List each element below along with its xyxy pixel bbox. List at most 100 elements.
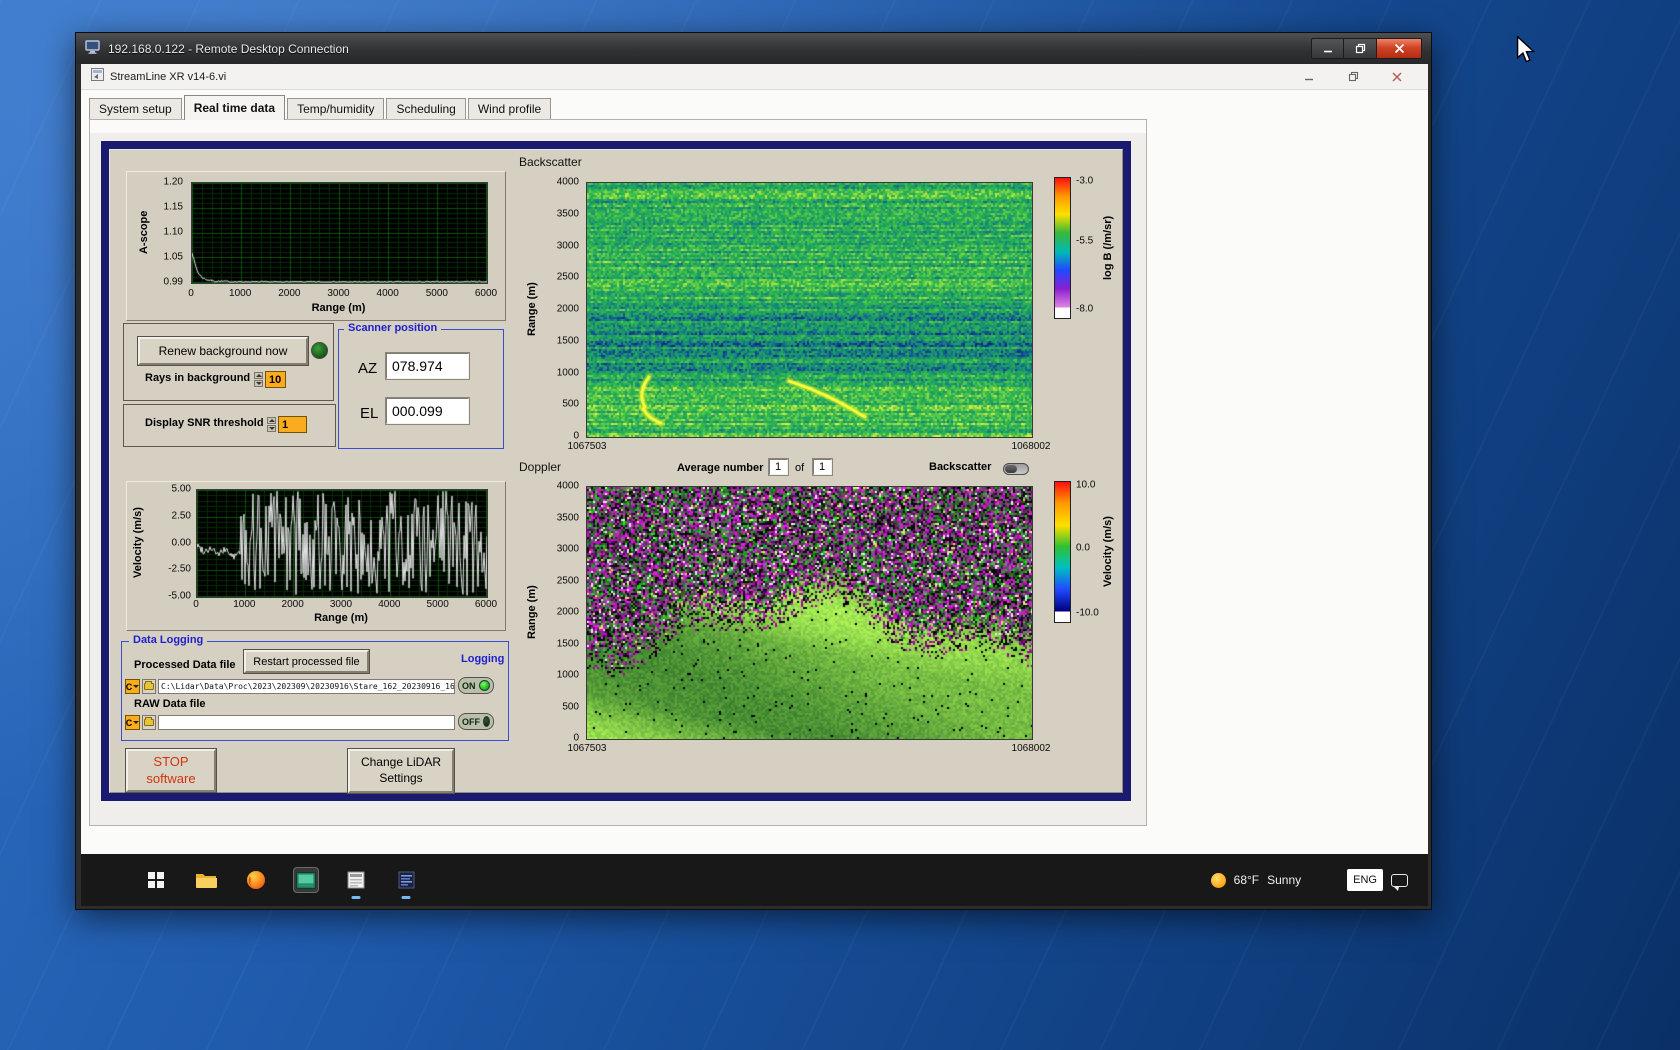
app-titlebar[interactable]: StreamLine XR v14-6.vi [81,64,1428,90]
rdp-titlebar[interactable]: 192.168.0.122 - Remote Desktop Connectio… [76,33,1431,64]
start-icon[interactable] [143,867,169,893]
renew-background-led [311,342,328,359]
average-number-label: Average number [677,462,763,474]
tick-label: 4000 [377,288,399,299]
rdp-close-button[interactable] [1377,38,1422,59]
tick-label: 3000 [327,288,349,299]
tick-label: -5.5 [1076,235,1093,246]
stop-software-button[interactable]: STOPsoftware [126,749,216,792]
weather-temp[interactable]: 68°F [1234,873,1259,887]
doppler-y-axis-label: Range (m) [525,486,539,738]
tick-label: 2500 [557,272,579,283]
weather-text[interactable]: Sunny [1267,873,1301,887]
tick-label: 1500 [557,638,579,649]
restart-processed-file-button[interactable]: Restart processed file [244,650,369,673]
chat-icon[interactable] [1391,874,1408,887]
tick-label: 3000 [557,544,579,555]
backscatter-yticks: 40003500300025002000150010005000 [545,182,581,436]
folder-icon [144,719,154,726]
scanner-position-title: Scanner position [344,322,441,334]
ascope-yticks: 1.201.151.101.050.99 [149,182,185,282]
doppler-yticks: 40003500300025002000150010005000 [545,486,581,738]
rays-in-background-label: Rays in background [145,372,250,384]
raw-path-field[interactable] [158,715,455,730]
backscatter-toggle-switch[interactable] [1003,463,1029,475]
change-lidar-settings-button[interactable]: Change LiDARSettings [348,749,454,793]
tick-label: 2.50 [172,510,191,521]
tick-label: 1.05 [164,252,183,263]
processed-browse-button[interactable] [142,679,156,694]
tick-label: 2000 [278,288,300,299]
mouse-cursor [1516,36,1536,69]
logging-off-toggle[interactable]: OFF [458,713,494,730]
language-indicator[interactable]: ENG [1347,869,1383,891]
tick-label: 1000 [557,367,579,378]
renew-background-button[interactable]: Renew background now [138,337,308,365]
app-restore-button[interactable] [1346,70,1360,84]
firefox-icon[interactable] [243,867,269,893]
logging-label: Logging [457,653,508,665]
tick-label: 6000 [475,599,497,610]
tick-label: 10.0 [1076,480,1095,491]
scan-schedule-icon[interactable] [343,867,369,893]
remote-taskbar: 68°F Sunny ENG [81,854,1428,906]
logging-on-toggle[interactable]: ON [458,677,494,694]
remote-desktop: StreamLine XR v14-6.vi System setup Real… [81,64,1428,906]
tick-label: 0.0 [1076,542,1090,553]
backscatter-canvas [586,182,1033,438]
app-close-button[interactable] [1390,70,1404,84]
tick-label: -5.00 [168,591,191,602]
processed-drive-chip[interactable]: C [125,679,140,694]
raw-drive-chip[interactable]: C [125,715,140,730]
tick-label: -3.0 [1076,176,1093,187]
tab-scheduling[interactable]: Scheduling [386,98,465,119]
snr-value[interactable]: 1 [278,416,307,433]
tick-label: 0 [573,733,579,744]
tab-wind-profile[interactable]: Wind profile [468,98,551,119]
tick-label: -2.50 [168,564,191,575]
snr-threshold-label: Display SNR threshold [145,417,264,429]
lidar-panel: A-scope 1.201.151.101.050.99 01000200030… [101,141,1131,801]
rays-value[interactable]: 10 [265,371,286,388]
file-explorer-icon[interactable] [193,867,219,893]
raw-browse-button[interactable] [142,715,156,730]
tick-label: 5000 [427,599,449,610]
snr-spinner[interactable] [267,417,276,433]
rdp-restore-button[interactable] [1344,38,1377,59]
backscatter-title: Backscatter [519,155,582,169]
az-label: AZ [358,360,377,377]
tick-label: 2000 [282,599,304,610]
processed-path-field[interactable]: C:\Lidar\Data\Proc\2023\202309\20230916\… [158,679,455,694]
tick-label: 4000 [378,599,400,610]
tab-temp-humidity[interactable]: Temp/humidity [287,98,384,119]
weather-icon[interactable] [1211,873,1226,888]
ascope-x-axis-label: Range (m) [191,302,486,314]
rdp-minimize-button[interactable] [1311,38,1344,59]
rdp-window-title: 192.168.0.122 - Remote Desktop Connectio… [108,42,349,56]
tick-label: 1.20 [164,177,183,188]
script-window-icon[interactable] [393,867,419,893]
app-minimize-button[interactable] [1302,70,1316,84]
tick-label: 2000 [557,304,579,315]
average-total-value[interactable]: 1 [813,459,832,475]
off-led [483,716,490,727]
tab-system-setup[interactable]: System setup [89,98,182,119]
tick-label: 3500 [557,208,579,219]
average-number-value[interactable]: 1 [769,459,788,475]
data-logging-title: Data Logging [129,634,207,646]
rays-spinner[interactable] [254,372,263,388]
of-label: of [795,462,804,474]
tick-label: 6000 [475,288,497,299]
streamline-app-icon[interactable] [293,867,319,893]
tab-bar: System setup Real time data Temp/humidit… [89,94,553,119]
rdp-window: 192.168.0.122 - Remote Desktop Connectio… [75,32,1432,910]
velocity-yticks: 5.002.500.00-2.50-5.00 [153,489,193,596]
tab-real-time-data[interactable]: Real time data [184,95,285,120]
velocity-canvas [196,489,488,598]
tick-label: 0.00 [172,537,191,548]
tick-label: 0.99 [164,277,183,288]
tick-label: 1000 [233,599,255,610]
doppler-colorbar [1054,481,1071,623]
scanner-position-groupbox [338,329,504,449]
velocity-x-axis-label: Range (m) [196,612,486,624]
